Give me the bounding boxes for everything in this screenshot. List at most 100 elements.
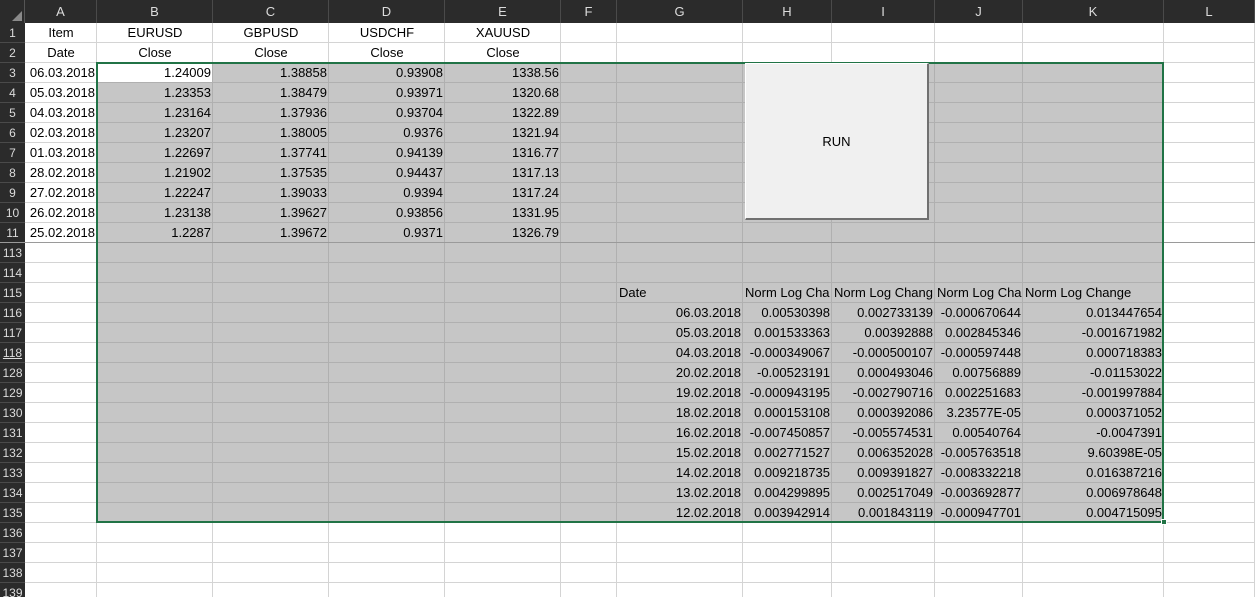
price-cell[interactable]: 1326.79 [445,223,561,243]
date-cell[interactable]: 05.03.2018 [25,83,97,103]
date-cell[interactable]: 02.03.2018 [25,123,97,143]
header-cell[interactable]: XAUUSD [445,23,561,43]
row-header-129[interactable]: 129 [0,383,25,403]
price-cell[interactable]: 0.9376 [329,123,445,143]
norm-value-cell[interactable]: 0.00392888 [832,323,935,343]
norm-value-cell[interactable]: 0.013447654 [1023,303,1164,323]
fill-handle[interactable] [1161,519,1167,525]
row-header-3[interactable]: 3 [0,63,25,83]
norm-value-cell[interactable]: 0.004715095 [1023,503,1164,523]
price-cell[interactable]: 0.93856 [329,203,445,223]
price-cell[interactable]: 0.94437 [329,163,445,183]
header-cell[interactable]: Close [329,43,445,63]
norm-date-cell[interactable]: 06.03.2018 [617,303,743,323]
price-cell[interactable]: 1.39033 [213,183,329,203]
norm-value-cell[interactable]: -0.001671982 [1023,323,1164,343]
select-all-button[interactable] [0,0,25,23]
run-button[interactable]: RUN [745,63,929,220]
norm-value-cell[interactable]: 0.006978648 [1023,483,1164,503]
norm-value-cell[interactable]: -0.000670644 [935,303,1023,323]
price-cell[interactable]: 1.37741 [213,143,329,163]
row-header-128[interactable]: 128 [0,363,25,383]
norm-value-cell[interactable]: 0.001843119 [832,503,935,523]
norm-value-cell[interactable]: 0.00756889 [935,363,1023,383]
header-cell[interactable]: GBPUSD [213,23,329,43]
column-header-f[interactable]: F [561,0,617,23]
norm-value-cell[interactable]: 0.000153108 [743,403,832,423]
row-header-2[interactable]: 2 [0,43,25,63]
column-header-g[interactable]: G [617,0,743,23]
norm-date-cell[interactable]: 13.02.2018 [617,483,743,503]
norm-value-cell[interactable]: 0.002517049 [832,483,935,503]
price-cell[interactable]: 0.93908 [329,63,445,83]
row-header-11[interactable]: 11 [0,223,25,243]
norm-value-cell[interactable]: -0.003692877 [935,483,1023,503]
date-cell[interactable]: 04.03.2018 [25,103,97,123]
norm-header-cell[interactable]: Norm Log Change [1023,283,1164,303]
norm-date-cell[interactable]: 14.02.2018 [617,463,743,483]
norm-value-cell[interactable]: 0.002251683 [935,383,1023,403]
column-header-k[interactable]: K [1023,0,1164,23]
date-cell[interactable]: 26.02.2018 [25,203,97,223]
norm-value-cell[interactable]: 0.009391827 [832,463,935,483]
price-cell[interactable]: 1.21902 [97,163,213,183]
row-header-133[interactable]: 133 [0,463,25,483]
price-cell[interactable]: 1.37535 [213,163,329,183]
column-header-i[interactable]: I [832,0,935,23]
price-cell[interactable]: 0.93704 [329,103,445,123]
header-cell[interactable]: Close [445,43,561,63]
price-cell[interactable]: 1316.77 [445,143,561,163]
norm-value-cell[interactable]: 0.002771527 [743,443,832,463]
price-cell[interactable]: 1.24009 [97,63,213,83]
norm-value-cell[interactable]: 0.003942914 [743,503,832,523]
column-header-h[interactable]: H [743,0,832,23]
row-header-134[interactable]: 134 [0,483,25,503]
norm-date-cell[interactable]: 15.02.2018 [617,443,743,463]
row-header-8[interactable]: 8 [0,163,25,183]
norm-value-cell[interactable]: 0.000493046 [832,363,935,383]
row-header-136[interactable]: 136 [0,523,25,543]
norm-date-cell[interactable]: 19.02.2018 [617,383,743,403]
norm-value-cell[interactable]: -0.005574531 [832,423,935,443]
price-cell[interactable]: 1.2287 [97,223,213,243]
price-cell[interactable]: 0.9394 [329,183,445,203]
row-header-137[interactable]: 137 [0,543,25,563]
norm-value-cell[interactable]: 0.002845346 [935,323,1023,343]
norm-value-cell[interactable]: -0.008332218 [935,463,1023,483]
header-cell[interactable]: USDCHF [329,23,445,43]
norm-value-cell[interactable]: 0.00530398 [743,303,832,323]
norm-header-cell[interactable]: Norm Log Chang [832,283,935,303]
norm-date-cell[interactable]: 05.03.2018 [617,323,743,343]
row-header-1[interactable]: 1 [0,23,25,43]
header-cell[interactable]: Close [213,43,329,63]
row-header-130[interactable]: 130 [0,403,25,423]
row-header-9[interactable]: 9 [0,183,25,203]
column-header-b[interactable]: B [97,0,213,23]
norm-value-cell[interactable]: -0.007450857 [743,423,832,443]
price-cell[interactable]: 1322.89 [445,103,561,123]
row-header-117[interactable]: 117 [0,323,25,343]
price-cell[interactable]: 1.23353 [97,83,213,103]
price-cell[interactable]: 1317.24 [445,183,561,203]
date-cell[interactable]: 27.02.2018 [25,183,97,203]
column-header-a[interactable]: A [25,0,97,23]
norm-value-cell[interactable]: -0.005763518 [935,443,1023,463]
price-cell[interactable]: 1.23138 [97,203,213,223]
norm-header-cell[interactable]: Norm Log Cha [743,283,832,303]
price-cell[interactable]: 1338.56 [445,63,561,83]
norm-value-cell[interactable]: -0.000597448 [935,343,1023,363]
norm-value-cell[interactable]: 0.016387216 [1023,463,1164,483]
row-header-132[interactable]: 132 [0,443,25,463]
price-cell[interactable]: 1.38005 [213,123,329,143]
row-header-113[interactable]: 113 [0,243,25,263]
date-cell[interactable]: 28.02.2018 [25,163,97,183]
norm-value-cell[interactable]: -0.000349067 [743,343,832,363]
norm-value-cell[interactable]: -0.002790716 [832,383,935,403]
header-cell[interactable]: Item [25,23,97,43]
column-header-c[interactable]: C [213,0,329,23]
row-header-135[interactable]: 135 [0,503,25,523]
norm-value-cell[interactable]: 0.000392086 [832,403,935,423]
price-cell[interactable]: 1.23164 [97,103,213,123]
row-header-139[interactable]: 139 [0,583,25,597]
norm-value-cell[interactable]: 0.004299895 [743,483,832,503]
